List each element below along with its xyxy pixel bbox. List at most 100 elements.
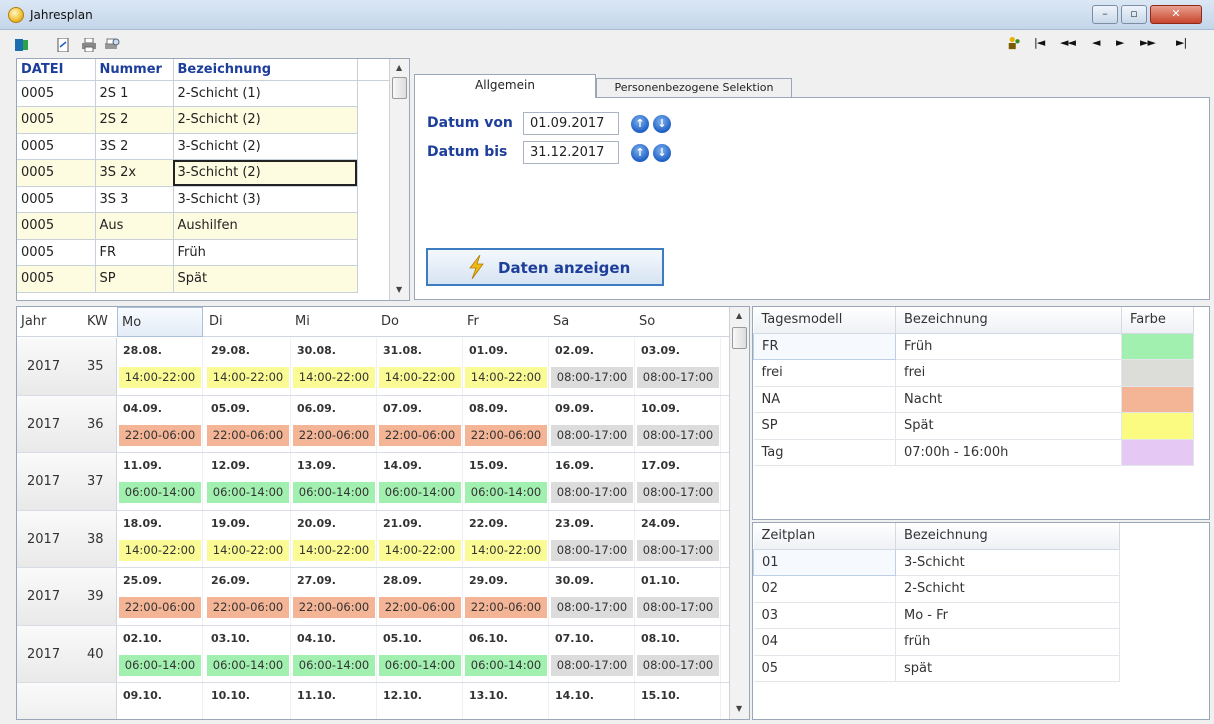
- cell-nummer[interactable]: 2S 2: [95, 106, 174, 134]
- cell-datei[interactable]: 0005: [17, 212, 96, 240]
- day-cell[interactable]: 08.10. 08:00-17:00: [635, 625, 721, 682]
- shift-block[interactable]: 14:00-22:00: [207, 539, 289, 561]
- exit-door-icon[interactable]: [14, 38, 30, 52]
- day-cell[interactable]: 10.10.: [205, 683, 291, 719]
- date-from-up-arrow-icon[interactable]: ↑: [631, 115, 649, 133]
- shift-block[interactable]: 22:00-06:00: [207, 424, 289, 446]
- day-cell[interactable]: 10.09. 08:00-17:00: [635, 395, 721, 452]
- color-swatch[interactable]: [1121, 386, 1194, 413]
- minimize-button[interactable]: –: [1092, 5, 1118, 24]
- shift-block[interactable]: 08:00-17:00: [551, 482, 633, 503]
- date-from-down-arrow-icon[interactable]: ↓: [653, 115, 671, 133]
- shift-block[interactable]: 22:00-06:00: [119, 424, 201, 446]
- cell-datei[interactable]: 0005: [17, 106, 96, 134]
- cell-datei[interactable]: 0005: [17, 80, 96, 107]
- day-cell[interactable]: 05.09. 22:00-06:00: [205, 395, 291, 452]
- cell-bezeichnung-selected[interactable]: 3-Schicht (2): [173, 159, 358, 187]
- table-row[interactable]: SP Spät: [753, 412, 1194, 440]
- table-row[interactable]: 0005 2S 2 2-Schicht (2): [17, 106, 389, 134]
- table-row[interactable]: 0005 3S 2 3-Schicht (2): [17, 133, 389, 160]
- nav-prev-page-button[interactable]: ◄◄: [1060, 36, 1076, 49]
- col-header-bezeichnung[interactable]: Bezeichnung: [173, 59, 358, 81]
- cell-nummer[interactable]: SP: [95, 265, 174, 293]
- day-cell[interactable]: 22.09. 14:00-22:00: [463, 510, 549, 567]
- day-cell[interactable]: 08.09. 22:00-06:00: [463, 395, 549, 452]
- table-row[interactable]: 0005 2S 1 2-Schicht (1): [17, 80, 389, 107]
- col-header-so[interactable]: So: [635, 307, 721, 337]
- cell-bezeichnung[interactable]: 2-Schicht (1): [173, 80, 358, 107]
- table-row-selected[interactable]: 0005 3S 2x 3-Schicht (2): [17, 159, 389, 187]
- cell-bezeichnung[interactable]: 2-Schicht: [895, 575, 1120, 603]
- shift-block[interactable]: 22:00-06:00: [293, 424, 375, 446]
- day-cell[interactable]: 09.10.: [117, 683, 203, 719]
- scroll-up-icon[interactable]: ▲: [396, 63, 402, 72]
- schedule-grid[interactable]: Jahr KW Mo Di Mi Do Fr Sa So 2017 35 28.08…: [16, 306, 750, 720]
- shift-block[interactable]: 08:00-17:00: [637, 482, 719, 503]
- col-header-jahr[interactable]: Jahr: [17, 307, 77, 337]
- color-swatch[interactable]: [1121, 439, 1194, 466]
- day-cell[interactable]: 03.09. 08:00-17:00: [635, 338, 721, 395]
- table-row[interactable]: 0005 Aus Aushilfen: [17, 212, 389, 240]
- cell-bezeichnung[interactable]: 3-Schicht (3): [173, 186, 358, 213]
- day-cell[interactable]: 03.10. 06:00-14:00: [205, 625, 291, 682]
- col-header-zeitplan[interactable]: Zeitplan: [753, 523, 896, 550]
- cell-bezeichnung[interactable]: Spät: [895, 412, 1122, 440]
- day-cell[interactable]: 14.09. 06:00-14:00: [377, 453, 463, 510]
- day-cell[interactable]: 07.09. 22:00-06:00: [377, 395, 463, 452]
- table-row[interactable]: Tag 07:00h - 16:00h: [753, 439, 1194, 466]
- day-cell[interactable]: 15.09. 06:00-14:00: [463, 453, 549, 510]
- shift-block[interactable]: 06:00-14:00: [207, 654, 289, 676]
- cell-bezeichnung[interactable]: Früh: [895, 333, 1122, 360]
- cell-nummer[interactable]: Aus: [95, 212, 174, 240]
- day-cell[interactable]: 11.10.: [291, 683, 377, 719]
- day-cell[interactable]: 12.10.: [377, 683, 463, 719]
- close-button[interactable]: ✕: [1150, 5, 1202, 24]
- day-cell[interactable]: 02.09. 08:00-17:00: [549, 338, 635, 395]
- day-cell[interactable]: 04.10. 06:00-14:00: [291, 625, 377, 682]
- table-row[interactable]: 0005 FR Früh: [17, 239, 389, 266]
- shift-block[interactable]: 06:00-14:00: [119, 654, 201, 676]
- cell-datei[interactable]: 0005: [17, 133, 96, 160]
- shift-block[interactable]: 06:00-14:00: [379, 482, 461, 503]
- shift-block[interactable]: 08:00-17:00: [551, 654, 633, 676]
- week-row[interactable]: 2017 40 02.10. 06:00-14:00 03.10. 06:00-14:00…: [17, 625, 731, 683]
- cell-nummer[interactable]: 3S 3: [95, 186, 174, 213]
- cell-bezeichnung[interactable]: Spät: [173, 265, 358, 293]
- tab-personenbezogene-selektion[interactable]: Personenbezogene Selektion: [596, 78, 792, 98]
- plan-list[interactable]: DATEI Nummer Bezeichnung 0005 2S 1 2-Sch…: [16, 58, 410, 301]
- nav-first-button[interactable]: |◄: [1034, 36, 1045, 49]
- day-models-table[interactable]: Tagesmodell Bezeichnung Farbe FR Früh fr…: [752, 306, 1210, 520]
- shift-block[interactable]: 06:00-14:00: [293, 654, 375, 676]
- shift-block[interactable]: 14:00-22:00: [119, 539, 201, 561]
- shift-block[interactable]: 14:00-22:00: [379, 539, 461, 561]
- color-swatch[interactable]: [1121, 333, 1194, 360]
- shift-block[interactable]: 22:00-06:00: [293, 597, 375, 618]
- shift-block[interactable]: 08:00-17:00: [637, 654, 719, 676]
- day-cell[interactable]: 06.09. 22:00-06:00: [291, 395, 377, 452]
- time-plans-table[interactable]: Zeitplan Bezeichnung 01 3-Schicht 02 2-S…: [752, 522, 1210, 720]
- plan-list-scrollbar[interactable]: ▲ ▼: [389, 59, 409, 300]
- day-cell[interactable]: 28.09. 22:00-06:00: [377, 568, 463, 625]
- cell-nummer[interactable]: 2S 1: [95, 80, 174, 107]
- cell-nummer[interactable]: 3S 2: [95, 133, 174, 160]
- shift-block[interactable]: 08:00-17:00: [551, 539, 633, 561]
- day-cell[interactable]: 20.09. 14:00-22:00: [291, 510, 377, 567]
- schedule-scrollbar[interactable]: ▲ ▼: [729, 307, 749, 719]
- day-cell[interactable]: 15.10.: [635, 683, 721, 719]
- print-icon[interactable]: [81, 38, 97, 52]
- table-row[interactable]: 05 spät: [753, 655, 1120, 682]
- col-header-kw[interactable]: KW: [83, 307, 113, 337]
- shift-block[interactable]: 06:00-14:00: [119, 482, 201, 503]
- shift-block[interactable]: 08:00-17:00: [551, 597, 633, 618]
- day-cell[interactable]: 30.08. 14:00-22:00: [291, 338, 377, 395]
- day-cell[interactable]: 01.09. 14:00-22:00: [463, 338, 549, 395]
- shift-block[interactable]: 08:00-17:00: [637, 424, 719, 446]
- col-header-fr[interactable]: Fr: [463, 307, 549, 337]
- show-data-button[interactable]: Daten anzeigen: [426, 248, 664, 286]
- day-cell[interactable]: 19.09. 14:00-22:00: [205, 510, 291, 567]
- scroll-thumb[interactable]: [732, 327, 747, 349]
- day-cell[interactable]: 06.10. 06:00-14:00: [463, 625, 549, 682]
- cell-bezeichnung[interactable]: 07:00h - 16:00h: [895, 439, 1122, 466]
- day-cell[interactable]: 13.10.: [463, 683, 549, 719]
- day-cell[interactable]: 17.09. 08:00-17:00: [635, 453, 721, 510]
